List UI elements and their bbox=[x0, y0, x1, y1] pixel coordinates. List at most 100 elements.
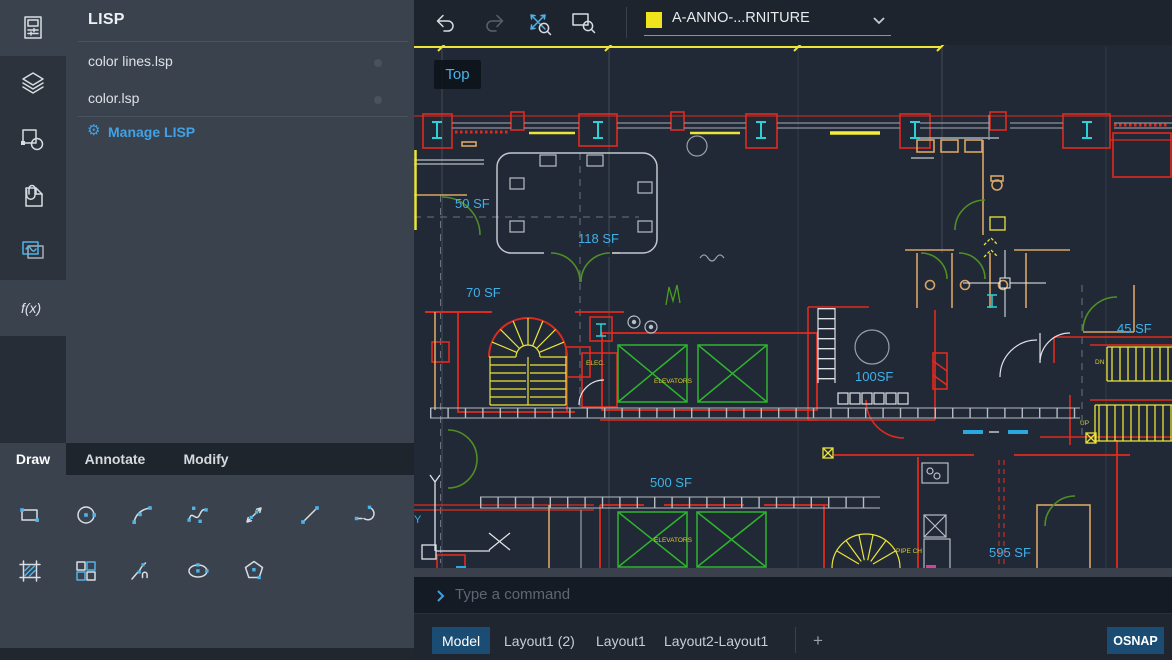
top-toolbar: A-ANNO-...RNITURE bbox=[414, 0, 1172, 45]
crosshair-cursor bbox=[963, 250, 1046, 317]
lisp-file-status-dot bbox=[374, 96, 382, 104]
ucs-y-label: Y bbox=[414, 514, 422, 526]
floor-plan-svg[interactable]: 50 SF 118 SF 70 SF 100SF 45 SF 500 SF 59… bbox=[414, 45, 1172, 577]
lisp-file-name: color.lsp bbox=[88, 90, 139, 106]
construction-line-icon bbox=[241, 502, 267, 528]
osnap-toggle[interactable]: OSNAP bbox=[1107, 627, 1164, 654]
tab-model[interactable]: Model bbox=[432, 627, 490, 654]
named-views-icon bbox=[18, 237, 48, 267]
svg-text:DN: DN bbox=[1095, 359, 1105, 366]
tool-circle[interactable] bbox=[64, 493, 108, 537]
divider bbox=[78, 41, 408, 42]
tool-construction-line[interactable] bbox=[232, 493, 276, 537]
lisp-file-name: color lines.lsp bbox=[88, 53, 173, 69]
tab-annotate[interactable]: Annotate bbox=[70, 443, 160, 475]
insert-block-icon bbox=[73, 558, 99, 584]
undo-button[interactable] bbox=[430, 8, 462, 38]
polygon-icon bbox=[241, 558, 267, 584]
svg-text:ELEVATORS: ELEVATORS bbox=[654, 537, 693, 544]
sidebar-item-attachments[interactable] bbox=[0, 168, 66, 224]
tool-insert-block[interactable] bbox=[64, 549, 108, 593]
rectangle-icon bbox=[17, 502, 43, 528]
datum-dashed-lines bbox=[414, 153, 1082, 563]
redo-button[interactable] bbox=[478, 8, 510, 38]
arc-icon bbox=[129, 502, 155, 528]
hatch-icon bbox=[17, 558, 43, 584]
tab-label: Annotate bbox=[85, 451, 146, 467]
zoom-window-button[interactable] bbox=[568, 8, 600, 38]
room-labels: ELEVATORS ELEVATORS ELEC. PIPE CH DN UP bbox=[586, 359, 1105, 555]
svg-text:UP: UP bbox=[1080, 420, 1089, 427]
layout-divider bbox=[795, 627, 796, 653]
tool-rectangle[interactable] bbox=[8, 493, 52, 537]
ribbon-tabstrip: Draw Annotate Modify bbox=[0, 443, 414, 475]
line-icon bbox=[297, 502, 323, 528]
tab-modify[interactable]: Modify bbox=[168, 443, 244, 475]
elevator-shafts bbox=[618, 345, 767, 567]
zoom-extents-icon bbox=[523, 7, 555, 39]
tool-measure[interactable] bbox=[120, 549, 164, 593]
tool-ribbon: Draw Annotate Modify bbox=[0, 443, 414, 660]
circle-icon bbox=[73, 502, 99, 528]
tab-label: Layout1 (2) bbox=[504, 633, 575, 649]
tab-label: Layout2-Layout1 bbox=[664, 633, 768, 649]
tool-line[interactable] bbox=[288, 493, 332, 537]
tab-layout1[interactable]: Layout1 bbox=[586, 627, 656, 654]
tool-arc[interactable] bbox=[120, 493, 164, 537]
tab-label: Layout1 bbox=[596, 633, 646, 649]
sidebar-item-drawing-properties[interactable] bbox=[0, 0, 66, 56]
command-bar[interactable]: Type a command bbox=[414, 577, 1172, 613]
polyline-arc-icon bbox=[353, 502, 379, 528]
tool-polygon[interactable] bbox=[232, 549, 276, 593]
sidebar-item-lisp[interactable]: f(x) bbox=[0, 280, 66, 336]
tool-polyline-arc[interactable] bbox=[344, 493, 388, 537]
osnap-label: OSNAP bbox=[1113, 634, 1157, 648]
tool-ellipse[interactable] bbox=[176, 549, 220, 593]
svg-text:ELEC.: ELEC. bbox=[586, 360, 605, 367]
fx-glyph: f(x) bbox=[21, 300, 41, 316]
main-area: A-ANNO-...RNITURE bbox=[414, 0, 1172, 660]
lisp-file-row[interactable]: color lines.lsp bbox=[66, 44, 414, 82]
chevron-down-icon bbox=[873, 17, 885, 25]
panel-bottom-strip bbox=[0, 648, 414, 660]
tool-spline[interactable] bbox=[176, 493, 220, 537]
tab-draw[interactable]: Draw bbox=[0, 443, 66, 475]
rail-filler bbox=[0, 336, 66, 443]
gear-icon: ⚙ bbox=[87, 121, 100, 139]
autocad-app-window: f(x) LISP color lines.lsp color.lsp ⚙ Ma… bbox=[0, 0, 1172, 660]
spline-icon bbox=[185, 502, 211, 528]
bottom-wall-band bbox=[414, 568, 1172, 577]
sidebar-item-named-views[interactable] bbox=[0, 224, 66, 280]
svg-text:70 SF: 70 SF bbox=[466, 285, 501, 300]
manage-lisp-button[interactable]: ⚙ Manage LISP bbox=[66, 118, 414, 148]
column-ibeam-markers bbox=[432, 122, 1092, 336]
layers-icon bbox=[18, 69, 48, 99]
svg-text:100SF: 100SF bbox=[855, 369, 893, 384]
lisp-file-row[interactable]: color.lsp bbox=[66, 81, 414, 119]
zoom-window-icon bbox=[568, 7, 600, 39]
drawing-viewport[interactable]: 50 SF 118 SF 70 SF 100SF 45 SF 500 SF 59… bbox=[414, 45, 1172, 577]
sidebar-item-blocks[interactable] bbox=[0, 112, 66, 168]
tab-label: Draw bbox=[16, 451, 50, 467]
add-layout-button[interactable]: + bbox=[805, 627, 831, 654]
ucs-icon bbox=[422, 475, 510, 559]
tab-label: Modify bbox=[183, 451, 228, 467]
svg-text:50 SF: 50 SF bbox=[455, 196, 490, 211]
tab-layout1-2[interactable]: Layout1 (2) bbox=[494, 627, 585, 654]
add-layout-label: + bbox=[813, 631, 823, 651]
layer-dropdown[interactable]: A-ANNO-...RNITURE bbox=[644, 6, 891, 36]
view-cube-top[interactable]: Top bbox=[434, 60, 481, 89]
command-chevron-icon bbox=[437, 590, 445, 602]
zoom-extents-button[interactable] bbox=[523, 8, 555, 38]
svg-text:45 SF: 45 SF bbox=[1117, 321, 1152, 336]
toolbar-divider bbox=[626, 7, 627, 38]
tool-hatch[interactable] bbox=[8, 549, 52, 593]
attachments-icon bbox=[18, 181, 48, 211]
sidebar-item-layers[interactable] bbox=[0, 56, 66, 112]
divider bbox=[78, 116, 408, 117]
tab-layout2-layout1[interactable]: Layout2-Layout1 bbox=[654, 627, 778, 654]
ellipse-icon bbox=[185, 558, 211, 584]
svg-text:595 SF: 595 SF bbox=[989, 545, 1031, 560]
svg-text:ELEVATORS: ELEVATORS bbox=[654, 378, 693, 385]
tab-label: Model bbox=[442, 633, 480, 649]
